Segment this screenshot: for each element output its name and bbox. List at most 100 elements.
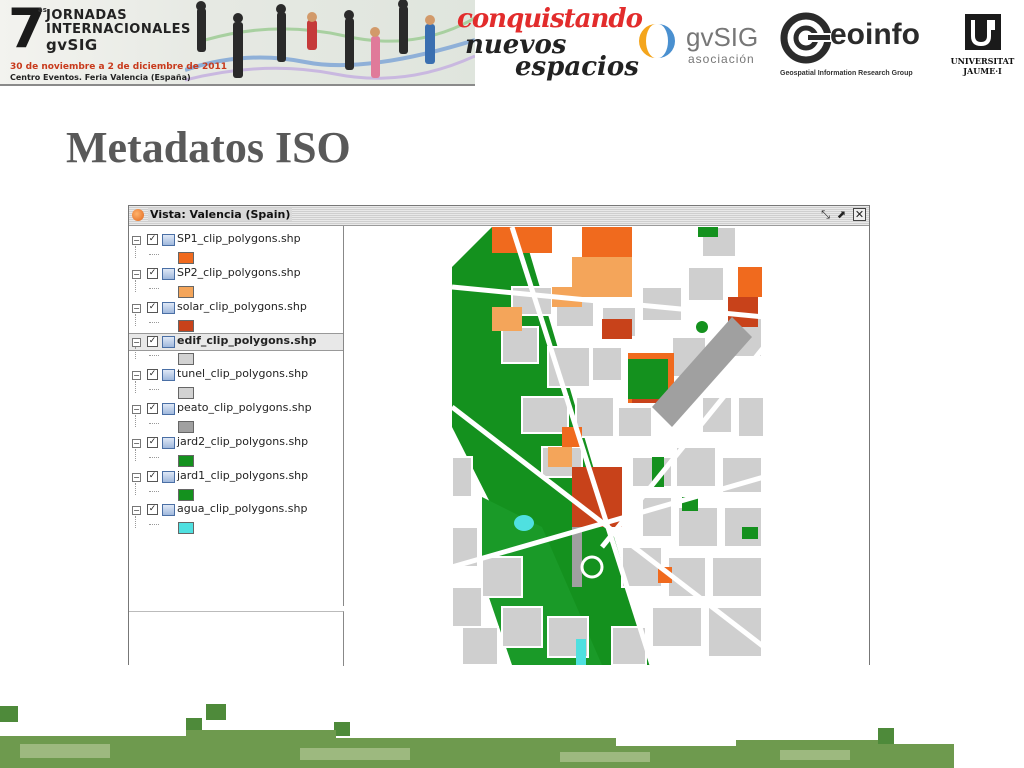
tree-connector <box>149 423 159 424</box>
layer-visibility-checkbox[interactable]: ✓ <box>147 267 158 279</box>
geoinfo-mark-icon <box>780 12 832 64</box>
layer-item[interactable]: − ✓ SP1_clip_polygons.shp <box>129 232 343 266</box>
locator-panel <box>129 611 344 666</box>
layer-name: solar_clip_polygons.shp <box>177 299 307 313</box>
legend-swatch <box>178 285 194 298</box>
header-banner: 7 as JORNADAS INTERNACIONALES gvSIG 30 d… <box>0 0 1024 86</box>
map-canvas[interactable] <box>452 227 764 665</box>
event-venue: Centro Eventos. Feria Valencia (España) <box>10 73 191 82</box>
layer-item[interactable]: − ✓ jard2_clip_polygons.shp <box>129 435 343 469</box>
window-titlebar[interactable]: Vista: Valencia (Spain) ⤡ ⬈ ✕ <box>129 206 869 226</box>
legend-swatch <box>178 488 194 501</box>
layer-icon <box>162 267 175 280</box>
tree-line <box>135 415 136 427</box>
collapse-icon[interactable]: − <box>132 438 141 448</box>
gvsig-name: gvSIG <box>686 22 759 52</box>
tree-line <box>135 381 136 394</box>
layer-visibility-checkbox[interactable]: ✓ <box>147 436 158 448</box>
layer-icon <box>162 504 175 517</box>
uji-logo: UNIVERSITAT JAUME·I <box>945 12 1020 82</box>
legend-swatch <box>178 522 194 535</box>
layer-icon <box>162 336 175 349</box>
layer-item[interactable]: − ✓ agua_clip_polygons.shp <box>129 502 343 536</box>
gvsig-mark-icon <box>639 24 675 58</box>
event-line3: gvSIG <box>46 36 98 54</box>
layer-name: agua_clip_polygons.shp <box>177 502 308 516</box>
geoinfo-logo: eoinfo Geospatial Information Research G… <box>780 12 930 82</box>
layer-row[interactable]: − ✓ agua_clip_polygons.shp <box>129 502 343 518</box>
footer-decoration <box>0 704 954 768</box>
layer-name: peato_clip_polygons.shp <box>177 401 312 414</box>
geoinfo-name: eoinfo <box>830 18 920 51</box>
layer-visibility-checkbox[interactable]: ✓ <box>147 369 158 381</box>
tree-line <box>135 347 136 360</box>
layer-visibility-checkbox[interactable]: ✓ <box>147 403 158 414</box>
layer-icon <box>162 436 175 449</box>
layer-name: jard1_clip_polygons.shp <box>177 468 309 482</box>
tree-connector <box>149 490 159 492</box>
legend-swatch <box>178 252 194 264</box>
event-logo: 7 as JORNADAS INTERNACIONALES gvSIG 30 d… <box>0 0 475 86</box>
layer-row[interactable]: − ✓ tunel_clip_polygons.shp <box>129 367 343 383</box>
layer-item[interactable]: − ✓ jard1_clip_polygons.shp <box>129 469 343 503</box>
event-dates: 30 de noviembre a 2 de diciembre de 2011 <box>10 62 228 72</box>
legend-swatch <box>178 319 194 332</box>
layer-name: SP2_clip_polygons.shp <box>177 265 301 279</box>
collapse-icon[interactable]: − <box>132 371 141 381</box>
legend-swatch <box>178 353 194 366</box>
layer-row[interactable]: − ✓ solar_clip_polygons.shp <box>129 300 343 316</box>
maximize-icon[interactable]: ⬈ <box>835 208 848 221</box>
tree-line <box>135 246 136 258</box>
layer-item[interactable]: − ✓ peato_clip_polygons.shp <box>129 401 343 435</box>
event-line1: JORNADAS <box>46 8 128 23</box>
collapse-icon[interactable]: − <box>132 405 141 414</box>
layer-row[interactable]: − ✓ edif_clip_polygons.shp <box>129 333 343 352</box>
layer-icon <box>162 234 175 246</box>
layer-name: SP1_clip_polygons.shp <box>177 232 301 245</box>
layer-item[interactable]: − ✓ edif_clip_polygons.shp <box>129 333 343 367</box>
layer-visibility-checkbox[interactable]: ✓ <box>147 504 158 516</box>
collapse-icon[interactable]: − <box>132 269 141 279</box>
uji-line2: JAUME·I <box>963 66 1002 76</box>
banner-divider <box>0 84 475 86</box>
minimize-icon[interactable]: ⤡ <box>819 208 832 221</box>
legend-swatch <box>178 454 194 467</box>
collapse-icon[interactable]: − <box>132 236 141 245</box>
tree-connector <box>149 456 159 458</box>
collapse-icon[interactable]: − <box>132 506 141 516</box>
layer-icon <box>162 301 175 314</box>
legend-swatch <box>178 421 194 433</box>
layer-item[interactable]: − ✓ solar_clip_polygons.shp <box>129 300 343 334</box>
layer-name: jard2_clip_polygons.shp <box>177 434 309 448</box>
layer-row[interactable]: − ✓ SP2_clip_polygons.shp <box>129 266 343 282</box>
layer-item[interactable]: − ✓ tunel_clip_polygons.shp <box>129 367 343 401</box>
layer-icon <box>162 369 175 382</box>
map-view[interactable] <box>344 226 869 665</box>
event-illustration <box>185 0 475 82</box>
layer-visibility-checkbox[interactable]: ✓ <box>147 234 158 245</box>
close-icon[interactable]: ✕ <box>853 208 866 221</box>
layer-row[interactable]: − ✓ SP1_clip_polygons.shp <box>129 232 343 248</box>
slogan-line3: espacios <box>515 52 639 82</box>
layer-row[interactable]: − ✓ jard2_clip_polygons.shp <box>129 435 343 451</box>
layer-visibility-checkbox[interactable]: ✓ <box>147 336 158 348</box>
collapse-icon[interactable]: − <box>132 303 141 313</box>
layer-item[interactable]: − ✓ SP2_clip_polygons.shp <box>129 266 343 300</box>
collapse-icon[interactable]: − <box>132 338 141 348</box>
tree-connector <box>149 389 159 391</box>
tree-connector <box>149 321 159 323</box>
slogan-logo: conquistando nuevos espacios <box>455 4 643 84</box>
layer-name: edif_clip_polygons.shp <box>177 334 317 348</box>
layer-icon <box>162 470 175 483</box>
view-icon <box>132 209 144 221</box>
view-window: Vista: Valencia (Spain) ⤡ ⬈ ✕ − ✓ SP1_clip… <box>128 205 870 666</box>
tree-connector <box>149 524 159 526</box>
geoinfo-sub: Geospatial Information Research Group <box>780 70 913 77</box>
tree-line <box>135 482 136 495</box>
layer-row[interactable]: − ✓ peato_clip_polygons.shp <box>129 401 343 417</box>
layer-visibility-checkbox[interactable]: ✓ <box>147 470 158 482</box>
layer-row[interactable]: − ✓ jard1_clip_polygons.shp <box>129 469 343 485</box>
layer-visibility-checkbox[interactable]: ✓ <box>147 301 158 313</box>
collapse-icon[interactable]: − <box>132 472 141 482</box>
tree-connector <box>149 254 159 255</box>
